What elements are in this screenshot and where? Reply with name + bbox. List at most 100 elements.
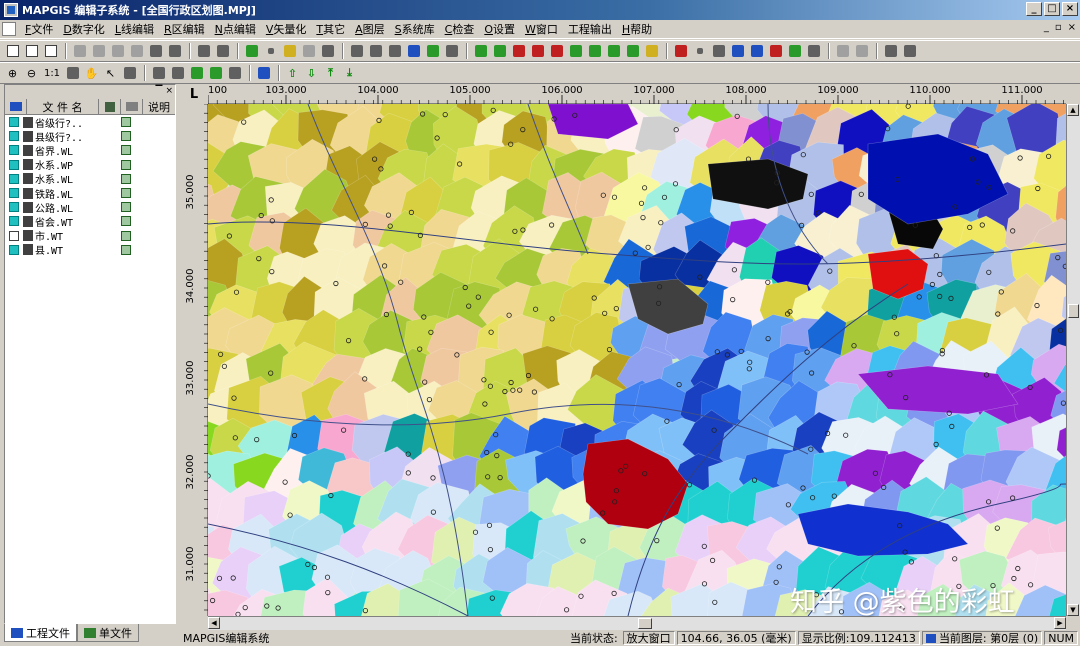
print-icon[interactable] xyxy=(195,43,212,60)
area-attr-icon[interactable] xyxy=(605,43,622,60)
file-state-icon[interactable] xyxy=(121,231,131,241)
file-state-icon[interactable] xyxy=(121,202,131,212)
file-list-item[interactable]: 省会.WT xyxy=(5,214,175,228)
filename-column-header[interactable]: 文 件 名 xyxy=(27,99,99,114)
draw-point-icon[interactable] xyxy=(243,43,260,60)
minimize-button[interactable]: _ xyxy=(1026,2,1042,16)
file-visible-checkbox[interactable] xyxy=(9,231,19,241)
file-list-item[interactable]: 省级行?.. xyxy=(5,115,175,129)
area-input-icon[interactable] xyxy=(472,43,489,60)
file-list-item[interactable]: 县级行?.. xyxy=(5,129,175,143)
horizontal-scroll-thumb[interactable] xyxy=(638,618,652,629)
point-move-icon[interactable] xyxy=(300,43,317,60)
file-visible-checkbox[interactable] xyxy=(9,216,19,226)
scroll-up-icon[interactable]: ▲ xyxy=(1067,104,1079,116)
file-state-icon[interactable] xyxy=(121,117,131,127)
layer-manager-icon[interactable] xyxy=(255,65,272,82)
file-state-icon[interactable] xyxy=(121,160,131,170)
file-state-icon[interactable] xyxy=(121,245,131,255)
node-edit-icon[interactable] xyxy=(729,43,746,60)
file-visible-checkbox[interactable] xyxy=(9,160,19,170)
arrow-down-icon[interactable]: ⇩ xyxy=(303,65,320,82)
file-list-item[interactable]: 县.WT xyxy=(5,243,175,257)
close-button[interactable]: × xyxy=(1062,2,1078,16)
menu-item-5[interactable]: V矢量化 xyxy=(261,21,312,37)
tab-single-file[interactable]: 单文件 xyxy=(77,624,139,642)
menu-item-3[interactable]: R区编辑 xyxy=(159,21,210,37)
menu-item-8[interactable]: S系统库 xyxy=(390,21,440,37)
zoom-in-icon[interactable]: ⊕ xyxy=(4,65,21,82)
edit-column-icon[interactable] xyxy=(121,99,143,114)
area-delete-icon[interactable] xyxy=(548,43,565,60)
file-state-icon[interactable] xyxy=(121,188,131,198)
topology-icon[interactable] xyxy=(786,43,803,60)
scroll-down-icon[interactable]: ▼ xyxy=(1067,604,1079,616)
menu-item-0[interactable]: F文件 xyxy=(20,21,58,37)
select-area-icon[interactable] xyxy=(188,65,205,82)
scroll-right-icon[interactable]: ▶ xyxy=(1054,617,1066,629)
file-state-icon[interactable] xyxy=(121,174,131,184)
help-icon[interactable] xyxy=(166,43,183,60)
menu-item-1[interactable]: D数字化 xyxy=(58,21,109,37)
menu-item-4[interactable]: N点编辑 xyxy=(210,21,261,37)
select-point-icon[interactable] xyxy=(150,65,167,82)
scroll-left-icon[interactable]: ◀ xyxy=(208,617,220,629)
save-file-icon[interactable] xyxy=(42,43,59,60)
file-visible-checkbox[interactable] xyxy=(9,174,19,184)
document-icon[interactable] xyxy=(2,22,16,36)
menu-item-10[interactable]: O设置 xyxy=(479,21,520,37)
select-layer-icon[interactable] xyxy=(207,65,224,82)
panel-close-icon[interactable]: × xyxy=(165,85,173,99)
map-canvas[interactable] xyxy=(208,104,1066,616)
file-list-item[interactable]: 省界.WL xyxy=(5,143,175,157)
table-icon[interactable] xyxy=(853,43,870,60)
description-column-header[interactable]: 说明 xyxy=(143,99,175,114)
mdi-close-button[interactable]: × xyxy=(1068,22,1076,33)
line-copy-icon[interactable] xyxy=(424,43,441,60)
tool-b-icon[interactable] xyxy=(901,43,918,60)
node-delete-icon[interactable] xyxy=(767,43,784,60)
file-visible-checkbox[interactable] xyxy=(9,117,19,127)
area-param-icon[interactable] xyxy=(567,43,584,60)
menu-item-13[interactable]: H帮助 xyxy=(617,21,657,37)
layer-edit-icon[interactable] xyxy=(805,43,822,60)
area-merge-icon[interactable] xyxy=(529,43,546,60)
line-input-icon[interactable] xyxy=(348,43,365,60)
mdi-restore-button[interactable]: ▫ xyxy=(1055,22,1062,33)
arrow-up-icon[interactable]: ⇧ xyxy=(284,65,301,82)
file-list-item[interactable]: 水系.WP xyxy=(5,158,175,172)
grid-icon[interactable] xyxy=(834,43,851,60)
file-visible-checkbox[interactable] xyxy=(9,131,19,141)
menu-item-6[interactable]: T其它 xyxy=(311,21,350,37)
mdi-minimize-button[interactable]: _ xyxy=(1044,22,1049,33)
file-list-item[interactable]: 市.WT xyxy=(5,229,175,243)
line-param-icon[interactable] xyxy=(405,43,422,60)
file-state-icon[interactable] xyxy=(121,145,131,155)
line-attr-icon[interactable] xyxy=(386,43,403,60)
file-list-item[interactable]: 公路.WL xyxy=(5,200,175,214)
zoom-out-icon[interactable]: ⊖ xyxy=(23,65,40,82)
menu-item-2[interactable]: L线编辑 xyxy=(110,21,159,37)
tab-project-files[interactable]: 工程文件 xyxy=(4,624,77,642)
point-copy-icon[interactable] xyxy=(319,43,336,60)
new-file-icon[interactable] xyxy=(4,43,21,60)
ruler-unit-corner[interactable]: L xyxy=(180,84,208,104)
menu-item-9[interactable]: C检查 xyxy=(440,21,480,37)
actual-size-button[interactable]: 1:1 xyxy=(42,65,62,82)
line-query-icon[interactable] xyxy=(443,43,460,60)
file-list-item[interactable]: 铁路.WL xyxy=(5,186,175,200)
menu-item-11[interactable]: W窗口 xyxy=(520,21,563,37)
move-top-icon[interactable]: ⤒ xyxy=(322,65,339,82)
tool-a-icon[interactable] xyxy=(882,43,899,60)
open-file-icon[interactable] xyxy=(23,43,40,60)
file-state-icon[interactable] xyxy=(121,216,131,226)
area-copy-icon[interactable] xyxy=(624,43,641,60)
pan-hand-icon[interactable]: ✋ xyxy=(83,65,100,82)
panel-pin-icon[interactable]: ▔ xyxy=(156,85,163,99)
save-all-icon[interactable] xyxy=(90,43,107,60)
pointer-icon[interactable]: ↖ xyxy=(102,65,119,82)
file-state-icon[interactable] xyxy=(121,131,131,141)
select-line-icon[interactable] xyxy=(169,65,186,82)
print-preview-icon[interactable] xyxy=(214,43,231,60)
pen-dropdown-icon[interactable] xyxy=(691,43,708,60)
